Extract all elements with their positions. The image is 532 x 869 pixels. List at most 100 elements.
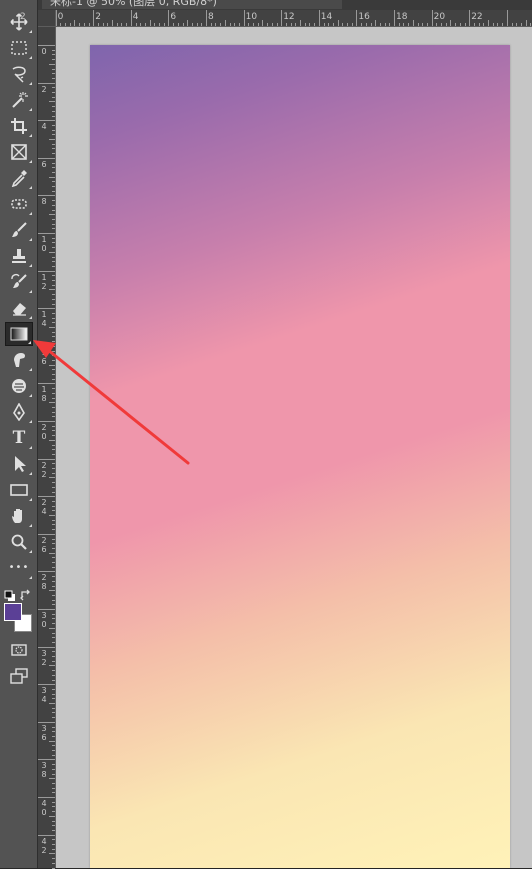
gradient-tool[interactable]	[5, 322, 33, 346]
ruler-tick	[337, 20, 339, 26]
type-tool[interactable]: T	[5, 426, 33, 450]
zoom-tool[interactable]	[5, 530, 33, 554]
ruler-tick	[426, 23, 428, 26]
tools-panel: T •••	[0, 0, 38, 868]
vertical-ruler[interactable]: 024681012141618202224262830323436384042	[38, 27, 56, 869]
brush-tool[interactable]	[5, 218, 33, 242]
ruler-tick	[201, 23, 203, 26]
ruler-tick	[52, 486, 55, 488]
ruler-tick	[52, 618, 55, 620]
spot-healing-tool[interactable]	[5, 192, 33, 216]
path-selection-tool[interactable]	[5, 452, 33, 476]
tool-flyout-indicator	[29, 420, 32, 423]
ruler-tick	[38, 421, 55, 422]
ruler-tick	[49, 139, 55, 140]
ruler-tick	[52, 613, 55, 615]
ruler-tick	[52, 637, 55, 639]
ruler-tick	[49, 703, 55, 704]
ruler-label: 14	[41, 310, 47, 329]
dodge-icon	[10, 377, 28, 395]
screen-mode-tool[interactable]	[5, 664, 33, 688]
ruler-tick	[52, 171, 55, 173]
tool-flyout-indicator	[29, 212, 32, 215]
ruler-tick	[408, 23, 410, 26]
ruler-tick	[520, 23, 522, 26]
eyedropper-tool[interactable]	[5, 166, 33, 190]
ruler-tick	[49, 853, 55, 855]
ruler-label: 34	[41, 686, 47, 705]
ruler-tick	[52, 322, 55, 324]
ruler-tick	[52, 745, 55, 747]
ruler-tick	[370, 23, 372, 26]
more-tools-tool[interactable]: •••	[5, 556, 33, 580]
ruler-tick	[206, 10, 207, 26]
ruler-tick	[38, 496, 55, 498]
default-colors-icon[interactable]	[4, 587, 16, 601]
ruler-tick	[375, 20, 377, 26]
dodge-tool[interactable]	[5, 374, 33, 398]
ruler-tick	[52, 839, 55, 841]
frame-tool[interactable]	[5, 140, 33, 164]
ruler-label: 16	[358, 12, 370, 22]
ruler-tick	[323, 23, 325, 26]
ruler-tick	[38, 345, 55, 347]
ruler-tick	[52, 453, 55, 455]
ruler-tick	[49, 439, 55, 441]
ruler-tick	[290, 23, 292, 26]
ruler-tick	[52, 825, 55, 827]
ruler-tick	[431, 10, 433, 26]
tool-flyout-indicator	[29, 134, 32, 137]
ruler-tick	[52, 491, 55, 493]
ruler-tick	[441, 23, 442, 26]
ruler-tick	[52, 660, 55, 662]
ruler-label: 0	[57, 12, 64, 22]
document-tab[interactable]: 未标-1 @ 50% (图层 0, RGB/8*)	[42, 0, 342, 9]
tool-flyout-indicator	[29, 82, 32, 85]
ruler-tick	[52, 392, 55, 394]
ruler-tick	[52, 87, 55, 89]
ruler-tick	[52, 806, 55, 808]
ruler-tick	[52, 449, 55, 451]
ruler-tick	[52, 265, 55, 267]
ruler-tick	[168, 10, 170, 26]
document-tab-strip: 未标-1 @ 50% (图层 0, RGB/8*)	[38, 0, 532, 10]
ruler-tick	[52, 435, 55, 437]
ruler-tick	[52, 430, 55, 432]
lasso-tool[interactable]	[5, 62, 33, 86]
rectangle-shape-tool[interactable]	[5, 478, 33, 502]
ruler-label: 30	[41, 611, 47, 629]
document-canvas[interactable]	[90, 45, 510, 868]
swap-colors-icon[interactable]	[20, 586, 32, 601]
ruler-tick	[52, 181, 55, 183]
foreground-color-swatch[interactable]	[4, 603, 22, 621]
ruler-tick	[49, 665, 55, 667]
horizontal-ruler[interactable]: 2 0 2 4 6 8 10 12 14 16 18 20 22	[20, 10, 532, 27]
pen-tool[interactable]	[5, 400, 33, 424]
ruler-tick	[69, 23, 71, 26]
quick-mask-tool[interactable]	[5, 638, 33, 662]
ruler-tick	[492, 23, 494, 26]
move-tool[interactable]	[5, 10, 33, 34]
hand-tool[interactable]	[5, 504, 33, 528]
ruler-tick	[450, 20, 452, 26]
rectangular-marquee-tool[interactable]	[5, 36, 33, 60]
ruler-tick	[52, 374, 55, 375]
ruler-tick	[52, 77, 55, 79]
crop-tool[interactable]	[5, 114, 33, 138]
ruler-tick	[52, 284, 55, 286]
eraser-tool[interactable]	[5, 296, 33, 320]
clone-stamp-tool[interactable]	[5, 244, 33, 268]
ruler-tick	[417, 23, 419, 26]
smudge-tool[interactable]	[5, 348, 33, 372]
tool-flyout-indicator	[29, 394, 32, 397]
ruler-origin[interactable]	[38, 10, 56, 27]
ruler-tick	[52, 674, 55, 676]
ruler-label: 22	[471, 12, 483, 22]
ruler-tick	[93, 10, 95, 26]
ruler-tick	[52, 519, 55, 521]
magic-wand-tool[interactable]	[5, 88, 33, 112]
ruler-tick	[52, 500, 55, 502]
ruler-tick	[52, 303, 55, 305]
tool-flyout-indicator	[29, 290, 32, 293]
history-brush-tool[interactable]	[5, 270, 33, 294]
